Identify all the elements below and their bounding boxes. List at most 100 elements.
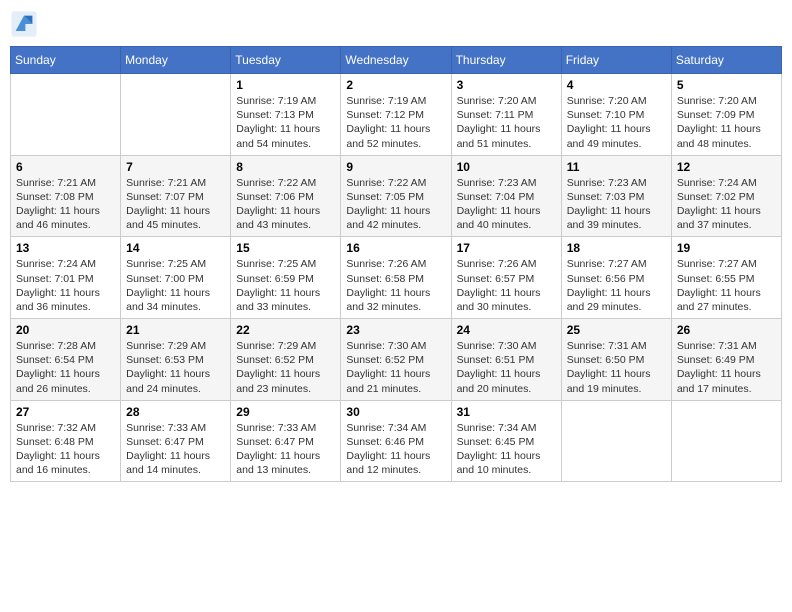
day-info: Sunrise: 7:22 AM Sunset: 7:06 PM Dayligh… — [236, 176, 335, 233]
calendar-cell: 12 Sunrise: 7:24 AM Sunset: 7:02 PM Dayli… — [671, 155, 781, 237]
day-info: Sunrise: 7:24 AM Sunset: 7:02 PM Dayligh… — [677, 176, 776, 233]
page-header — [10, 10, 782, 38]
day-number: 25 — [567, 323, 666, 337]
calendar-cell: 28Sunrise: 7:33 AM Sunset: 6:47 PM Dayli… — [121, 400, 231, 482]
day-info: Sunrise: 7:27 AM Sunset: 6:56 PM Dayligh… — [567, 257, 666, 314]
calendar-cell: 17Sunrise: 7:26 AM Sunset: 6:57 PM Dayli… — [451, 237, 561, 319]
day-info: Sunrise: 7:20 AM Sunset: 7:09 PM Dayligh… — [677, 94, 776, 151]
day-info: Sunrise: 7:27 AM Sunset: 6:55 PM Dayligh… — [677, 257, 776, 314]
day-number: 29 — [236, 405, 335, 419]
calendar-cell: 7 Sunrise: 7:21 AM Sunset: 7:07 PM Daylig… — [121, 155, 231, 237]
day-number: 20 — [16, 323, 115, 337]
calendar-cell: 13 Sunrise: 7:24 AM Sunset: 7:01 PM Dayli… — [11, 237, 121, 319]
day-number: 2 — [346, 78, 445, 92]
calendar-cell: 14 Sunrise: 7:25 AM Sunset: 7:00 PM Dayli… — [121, 237, 231, 319]
day-info: Sunrise: 7:34 AM Sunset: 6:46 PM Dayligh… — [346, 421, 445, 478]
day-number: 31 — [457, 405, 556, 419]
day-number: 30 — [346, 405, 445, 419]
day-info: Sunrise: 7:30 AM Sunset: 6:52 PM Dayligh… — [346, 339, 445, 396]
calendar-table: SundayMondayTuesdayWednesdayThursdayFrid… — [10, 46, 782, 482]
day-info: Sunrise: 7:31 AM Sunset: 6:50 PM Dayligh… — [567, 339, 666, 396]
calendar-cell: 18 Sunrise: 7:27 AM Sunset: 6:56 PM Dayli… — [561, 237, 671, 319]
day-number: 19 — [677, 241, 776, 255]
day-info: Sunrise: 7:33 AM Sunset: 6:47 PM Dayligh… — [236, 421, 335, 478]
calendar-cell: 24 Sunrise: 7:30 AM Sunset: 6:51 PM Dayli… — [451, 319, 561, 401]
day-info: Sunrise: 7:25 AM Sunset: 6:59 PM Dayligh… — [236, 257, 335, 314]
calendar-cell: 3Sunrise: 7:20 AM Sunset: 7:11 PM Daylig… — [451, 74, 561, 156]
day-number: 17 — [457, 241, 556, 255]
day-number: 16 — [346, 241, 445, 255]
day-header-sunday: Sunday — [11, 47, 121, 74]
calendar-cell: 1 Sunrise: 7:19 AM Sunset: 7:13 PM Daylig… — [231, 74, 341, 156]
calendar-cell: 11 Sunrise: 7:23 AM Sunset: 7:03 PM Dayli… — [561, 155, 671, 237]
day-number: 21 — [126, 323, 225, 337]
day-number: 11 — [567, 160, 666, 174]
day-info: Sunrise: 7:32 AM Sunset: 6:48 PM Dayligh… — [16, 421, 115, 478]
day-header-saturday: Saturday — [671, 47, 781, 74]
calendar-cell: 26Sunrise: 7:31 AM Sunset: 6:49 PM Dayli… — [671, 319, 781, 401]
day-number: 22 — [236, 323, 335, 337]
calendar-week-2: 6 Sunrise: 7:21 AM Sunset: 7:08 PM Daylig… — [11, 155, 782, 237]
calendar-cell: 4Sunrise: 7:20 AM Sunset: 7:10 PM Daylig… — [561, 74, 671, 156]
day-info: Sunrise: 7:19 AM Sunset: 7:12 PM Dayligh… — [346, 94, 445, 151]
day-number: 10 — [457, 160, 556, 174]
calendar-cell: 19 Sunrise: 7:27 AM Sunset: 6:55 PM Dayli… — [671, 237, 781, 319]
day-number: 7 — [126, 160, 225, 174]
calendar-cell — [11, 74, 121, 156]
calendar-cell: 22 Sunrise: 7:29 AM Sunset: 6:52 PM Dayli… — [231, 319, 341, 401]
day-info: Sunrise: 7:24 AM Sunset: 7:01 PM Dayligh… — [16, 257, 115, 314]
day-number: 23 — [346, 323, 445, 337]
calendar-cell: 23 Sunrise: 7:30 AM Sunset: 6:52 PM Dayli… — [341, 319, 451, 401]
day-info: Sunrise: 7:33 AM Sunset: 6:47 PM Dayligh… — [126, 421, 225, 478]
day-info: Sunrise: 7:22 AM Sunset: 7:05 PM Dayligh… — [346, 176, 445, 233]
calendar-cell: 27 Sunrise: 7:32 AM Sunset: 6:48 PM Dayli… — [11, 400, 121, 482]
day-number: 13 — [16, 241, 115, 255]
calendar-cell: 9Sunrise: 7:22 AM Sunset: 7:05 PM Daylig… — [341, 155, 451, 237]
day-info: Sunrise: 7:21 AM Sunset: 7:07 PM Dayligh… — [126, 176, 225, 233]
calendar-week-3: 13 Sunrise: 7:24 AM Sunset: 7:01 PM Dayli… — [11, 237, 782, 319]
calendar-cell: 29 Sunrise: 7:33 AM Sunset: 6:47 PM Dayli… — [231, 400, 341, 482]
day-info: Sunrise: 7:29 AM Sunset: 6:52 PM Dayligh… — [236, 339, 335, 396]
calendar-header-row: SundayMondayTuesdayWednesdayThursdayFrid… — [11, 47, 782, 74]
day-info: Sunrise: 7:23 AM Sunset: 7:03 PM Dayligh… — [567, 176, 666, 233]
day-info: Sunrise: 7:23 AM Sunset: 7:04 PM Dayligh… — [457, 176, 556, 233]
day-header-wednesday: Wednesday — [341, 47, 451, 74]
calendar-cell: 31 Sunrise: 7:34 AM Sunset: 6:45 PM Dayli… — [451, 400, 561, 482]
day-info: Sunrise: 7:25 AM Sunset: 7:00 PM Dayligh… — [126, 257, 225, 314]
day-info: Sunrise: 7:30 AM Sunset: 6:51 PM Dayligh… — [457, 339, 556, 396]
calendar-cell: 15 Sunrise: 7:25 AM Sunset: 6:59 PM Dayli… — [231, 237, 341, 319]
day-header-tuesday: Tuesday — [231, 47, 341, 74]
day-number: 27 — [16, 405, 115, 419]
day-info: Sunrise: 7:34 AM Sunset: 6:45 PM Dayligh… — [457, 421, 556, 478]
day-info: Sunrise: 7:20 AM Sunset: 7:10 PM Dayligh… — [567, 94, 666, 151]
calendar-cell: 30 Sunrise: 7:34 AM Sunset: 6:46 PM Dayli… — [341, 400, 451, 482]
calendar-cell: 10 Sunrise: 7:23 AM Sunset: 7:04 PM Dayli… — [451, 155, 561, 237]
day-number: 5 — [677, 78, 776, 92]
logo-icon — [10, 10, 38, 38]
calendar-cell: 2 Sunrise: 7:19 AM Sunset: 7:12 PM Daylig… — [341, 74, 451, 156]
day-number: 6 — [16, 160, 115, 174]
day-info: Sunrise: 7:19 AM Sunset: 7:13 PM Dayligh… — [236, 94, 335, 151]
day-number: 12 — [677, 160, 776, 174]
day-number: 18 — [567, 241, 666, 255]
day-info: Sunrise: 7:26 AM Sunset: 6:58 PM Dayligh… — [346, 257, 445, 314]
calendar-cell — [121, 74, 231, 156]
day-info: Sunrise: 7:20 AM Sunset: 7:11 PM Dayligh… — [457, 94, 556, 151]
calendar-cell: 8Sunrise: 7:22 AM Sunset: 7:06 PM Daylig… — [231, 155, 341, 237]
calendar-cell — [561, 400, 671, 482]
day-number: 14 — [126, 241, 225, 255]
day-number: 1 — [236, 78, 335, 92]
day-header-monday: Monday — [121, 47, 231, 74]
calendar-cell: 6 Sunrise: 7:21 AM Sunset: 7:08 PM Daylig… — [11, 155, 121, 237]
day-info: Sunrise: 7:21 AM Sunset: 7:08 PM Dayligh… — [16, 176, 115, 233]
day-number: 26 — [677, 323, 776, 337]
day-header-friday: Friday — [561, 47, 671, 74]
calendar-week-5: 27 Sunrise: 7:32 AM Sunset: 6:48 PM Dayli… — [11, 400, 782, 482]
calendar-cell: 25 Sunrise: 7:31 AM Sunset: 6:50 PM Dayli… — [561, 319, 671, 401]
day-info: Sunrise: 7:28 AM Sunset: 6:54 PM Dayligh… — [16, 339, 115, 396]
day-header-thursday: Thursday — [451, 47, 561, 74]
calendar-cell: 21Sunrise: 7:29 AM Sunset: 6:53 PM Dayli… — [121, 319, 231, 401]
day-number: 24 — [457, 323, 556, 337]
day-number: 15 — [236, 241, 335, 255]
logo — [10, 10, 42, 38]
